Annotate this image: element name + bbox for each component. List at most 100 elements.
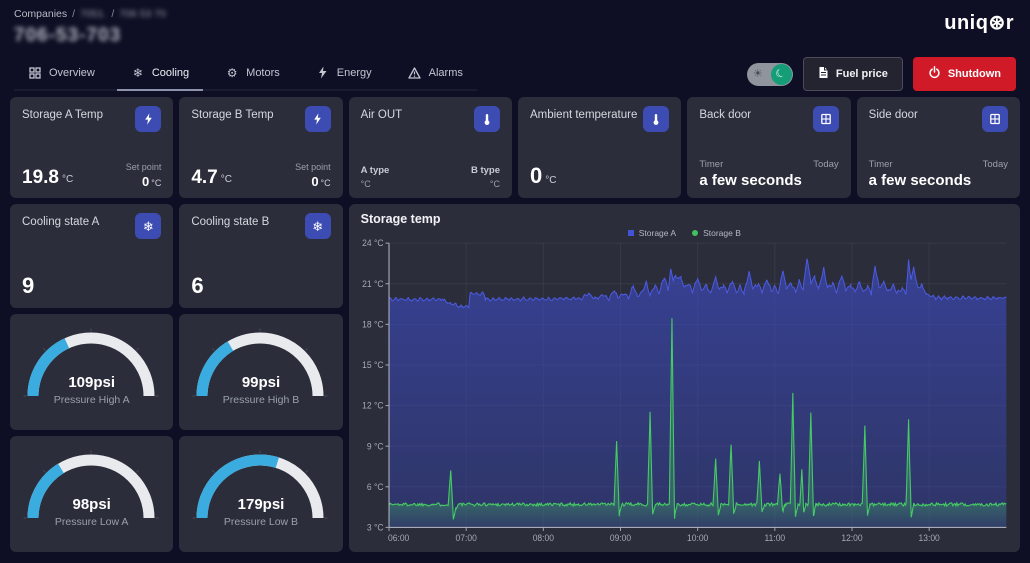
tab-label: Alarms <box>429 67 463 79</box>
card-ambient-temperature: Ambient temperature 0°C <box>518 97 681 198</box>
temp-unit: °C <box>221 174 232 185</box>
tab-cooling[interactable]: ❄ Cooling <box>117 58 203 91</box>
thermometer-icon <box>643 106 669 132</box>
gauge-value: 109psi <box>68 374 115 391</box>
temp-value: 19.8 <box>22 167 59 188</box>
snowflake-icon: ❄ <box>305 213 331 239</box>
gauge-value: 98psi <box>72 496 110 513</box>
temp-unit: °C <box>62 174 73 185</box>
svg-text:15 °C: 15 °C <box>362 360 383 370</box>
gauge-value: 179psi <box>238 496 285 513</box>
svg-text:9 °C: 9 °C <box>367 441 384 451</box>
breadcrumb-segment-1[interactable]: 7051. <box>80 8 106 20</box>
bolt-icon <box>316 66 330 80</box>
card-title: Storage A Temp <box>22 106 103 121</box>
gear-icon: ⚙ <box>225 66 239 80</box>
svg-text:12:00: 12:00 <box>841 533 862 543</box>
today-label: Today <box>813 159 838 170</box>
breadcrumb: Companies / 7051. / 706 53 70 <box>14 8 1016 20</box>
card-title: Cooling state A <box>22 213 99 228</box>
svg-text:6 °C: 6 °C <box>367 482 384 492</box>
tab-motors[interactable]: ⚙ Motors <box>211 58 294 91</box>
breadcrumb-separator: / <box>111 8 114 20</box>
shutdown-label: Shutdown <box>948 68 1001 80</box>
bolt-icon <box>135 106 161 132</box>
tab-label: Energy <box>337 67 372 79</box>
uniqor-logo: uniq⊛r <box>944 10 1014 35</box>
tab-label: Overview <box>49 67 95 79</box>
setpoint-value: 0 <box>142 174 149 189</box>
legend-label: Storage B <box>703 228 741 238</box>
svg-text:06:00: 06:00 <box>388 533 409 543</box>
card-title: Ambient temperature <box>530 106 637 121</box>
setpoint-label: Set point <box>126 162 162 172</box>
card-storage-b-temp: Storage B Temp 4.7°C Set point 0°C <box>179 97 342 198</box>
ambient-unit: °C <box>545 175 556 186</box>
theme-toggle[interactable]: ☀ ☾ <box>747 63 793 86</box>
tab-energy[interactable]: Energy <box>302 58 386 91</box>
card-title: Storage B Temp <box>191 106 273 121</box>
legend-storage-a[interactable]: Storage A <box>628 228 676 238</box>
gauge-label: Pressure Low A <box>55 516 129 528</box>
storage-temp-chart-panel: Storage temp Storage A Storage B 24 °C21… <box>349 204 1020 552</box>
svg-text:18 °C: 18 °C <box>362 319 383 329</box>
svg-text:10:00: 10:00 <box>687 533 708 543</box>
theme-toggle-knob[interactable]: ☾ <box>771 64 792 85</box>
card-title: Cooling state B <box>191 213 269 228</box>
door-icon <box>813 106 839 132</box>
cooling-state-value: 6 <box>191 273 203 299</box>
bolt-icon <box>305 106 331 132</box>
svg-text:11:00: 11:00 <box>764 533 785 543</box>
tab-label: Motors <box>246 67 280 79</box>
fuel-price-button[interactable]: Fuel price <box>803 57 903 91</box>
ambient-value: 0 <box>530 163 542 188</box>
card-title: Air OUT <box>361 106 403 121</box>
card-title: Side door <box>869 106 918 121</box>
setpoint-label: Set point <box>295 162 331 172</box>
gauge-label: Pressure High B <box>223 394 299 406</box>
card-pressure-high-a: 109psi Pressure High A <box>10 314 173 430</box>
card-pressure-low-a: 98psi Pressure Low A <box>10 436 173 552</box>
svg-text:08:00: 08:00 <box>532 533 553 543</box>
svg-text:09:00: 09:00 <box>610 533 631 543</box>
shutdown-button[interactable]: Shutdown <box>913 57 1016 91</box>
snowflake-icon: ❄ <box>131 66 145 80</box>
snowflake-icon: ❄ <box>135 213 161 239</box>
legend-marker-dot <box>692 230 698 236</box>
storage-temp-chart: 24 °C21 °C18 °C15 °C12 °C9 °C6 °C3 °C06:… <box>361 239 1008 548</box>
gauge-label: Pressure High A <box>54 394 130 406</box>
cooling-state-value: 9 <box>22 273 34 299</box>
page-title: 706-53-703 <box>14 25 1016 47</box>
b-type-label: B type <box>471 165 500 176</box>
door-icon <box>982 106 1008 132</box>
tab-overview[interactable]: Overview <box>14 58 109 91</box>
b-type-unit: °C <box>471 179 500 189</box>
thermometer-icon <box>474 106 500 132</box>
card-cooling-state-b: Cooling state B ❄ 6 <box>179 204 342 308</box>
chart-legend: Storage A Storage B <box>361 228 1008 238</box>
legend-label: Storage A <box>639 228 676 238</box>
tab-bar: Overview ❄ Cooling ⚙ Motors Energy Alarm… <box>0 47 1030 91</box>
legend-marker-square <box>628 230 634 236</box>
card-side-door: Side door Timer Today a few seconds <box>857 97 1020 198</box>
svg-text:12 °C: 12 °C <box>362 401 383 411</box>
breadcrumb-segment-2[interactable]: 706 53 70 <box>119 8 166 20</box>
pressure-gauge <box>21 326 163 404</box>
moon-icon: ☾ <box>775 67 789 81</box>
legend-storage-b[interactable]: Storage B <box>692 228 741 238</box>
power-icon <box>928 66 941 82</box>
svg-text:3 °C: 3 °C <box>367 522 384 532</box>
card-title: Back door <box>699 106 751 121</box>
chart-title: Storage temp <box>361 212 1008 226</box>
pressure-gauge <box>190 326 332 404</box>
sun-icon: ☀ <box>753 67 763 81</box>
dashboard-grid: Storage A Temp 19.8°C Set point 0°C Stor… <box>10 97 1020 552</box>
warning-icon <box>408 66 422 80</box>
card-cooling-state-a: Cooling state A ❄ 9 <box>10 204 173 308</box>
chart-canvas: 24 °C21 °C18 °C15 °C12 °C9 °C6 °C3 °C06:… <box>361 239 1008 548</box>
tab-alarms[interactable]: Alarms <box>394 58 477 91</box>
pressure-gauge <box>190 448 332 526</box>
timer-label: Timer <box>699 159 723 170</box>
fuel-document-icon <box>818 66 829 82</box>
breadcrumb-companies[interactable]: Companies <box>14 8 67 20</box>
